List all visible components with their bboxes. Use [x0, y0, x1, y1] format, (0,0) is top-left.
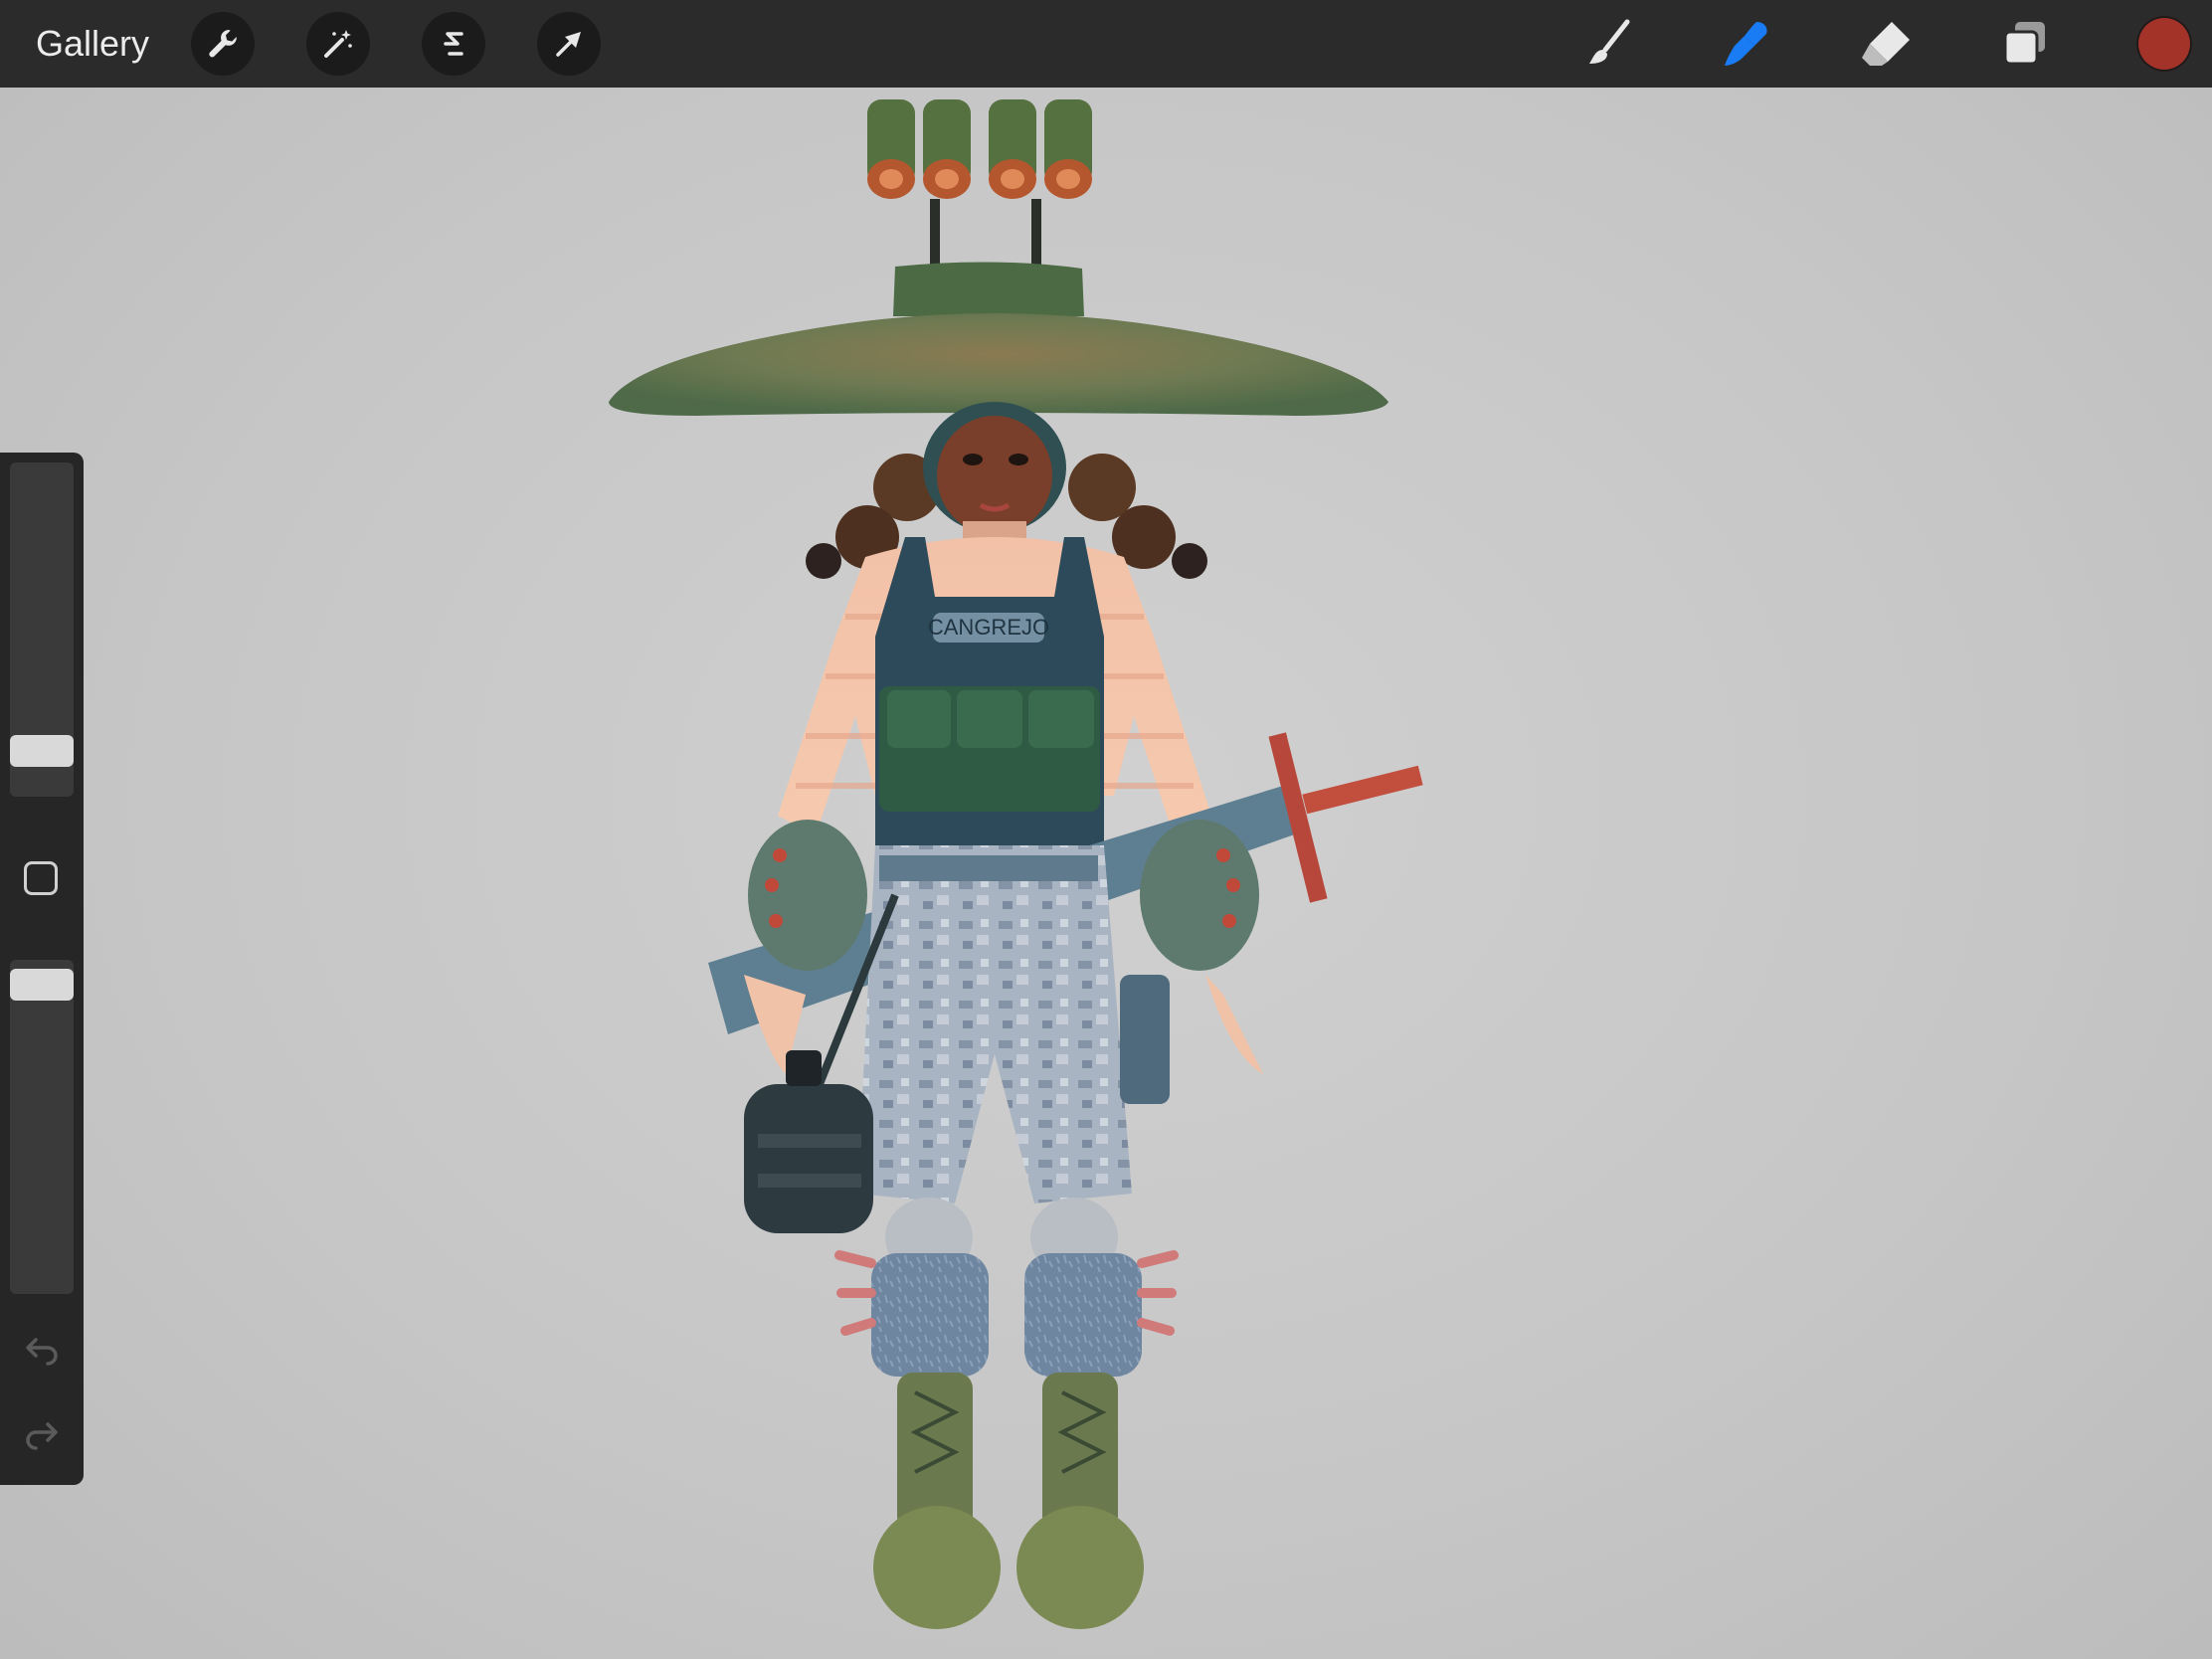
top-toolbar: Gallery	[0, 0, 2212, 88]
layers-button[interactable]	[1995, 14, 2055, 74]
layers-icon	[2003, 22, 2045, 66]
brush-size-slider[interactable]	[10, 462, 74, 797]
modify-button[interactable]	[24, 861, 58, 895]
color-swatch-button[interactable]	[2136, 16, 2192, 72]
drawing-canvas[interactable]: CANGREJO	[0, 88, 2212, 1659]
gallery-button[interactable]: Gallery	[36, 20, 149, 68]
undo-button[interactable]	[22, 1328, 62, 1368]
smudge-icon	[1725, 22, 1767, 66]
eraser-tool-button[interactable]	[1856, 14, 1916, 74]
transform-button[interactable]	[537, 12, 601, 76]
adjustments-button[interactable]	[306, 12, 370, 76]
vest-label: CANGREJO	[928, 615, 1049, 640]
opacity-slider[interactable]	[10, 960, 74, 1294]
redo-icon	[26, 1422, 58, 1450]
undo-icon	[26, 1338, 58, 1366]
paint-tool-button[interactable]	[1579, 14, 1639, 74]
smudge-tool-button[interactable]	[1717, 14, 1776, 74]
magic-wand-icon	[324, 30, 352, 58]
brush-size-thumb[interactable]	[10, 735, 74, 767]
selection-button[interactable]	[422, 12, 485, 76]
character-artwork: CANGREJO	[609, 99, 1423, 1629]
opacity-thumb[interactable]	[10, 969, 74, 1001]
selection-s-icon	[444, 32, 463, 56]
redo-button[interactable]	[22, 1412, 62, 1452]
eraser-icon	[1862, 22, 1910, 66]
transform-arrow-icon	[556, 32, 581, 57]
binoculars	[867, 99, 1092, 274]
brush-sidebar	[0, 453, 84, 1485]
actions-button[interactable]	[191, 12, 255, 76]
wrench-icon	[209, 30, 237, 58]
brush-icon	[1589, 19, 1630, 64]
